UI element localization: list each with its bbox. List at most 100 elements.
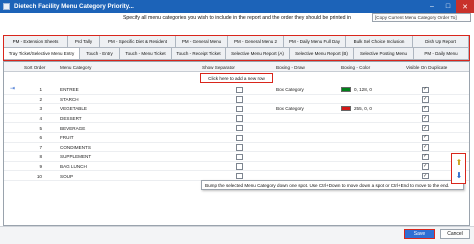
visible-on-duplicate-cell[interactable]: ✓ [422,85,430,95]
boxing-draw-cell[interactable] [276,162,336,172]
sort-order-cell[interactable]: 7 [24,143,42,153]
header-sort-order[interactable]: Sort Order [22,62,45,72]
visible-on-duplicate-cell[interactable]: ✓ [422,95,430,105]
close-button[interactable]: ✕ [456,0,474,13]
show-separator-checkbox[interactable] [236,124,243,132]
sort-order-cell[interactable]: 5 [24,123,42,133]
table-row[interactable]: 6 FRUIT ✓ [4,133,469,143]
visible-on-duplicate-checkbox[interactable]: ✓ [422,153,429,161]
save-button[interactable]: Save [404,229,435,239]
header-menu-category[interactable]: Menu Category [58,62,91,72]
boxing-color-cell[interactable] [341,143,411,153]
show-separator-cell[interactable] [236,85,244,95]
boxing-color-cell[interactable] [341,152,411,162]
boxing-draw-cell[interactable] [276,143,336,153]
menu-category-cell[interactable]: ENTREE [60,85,170,95]
header-visible-on-duplicate[interactable]: Visible On Duplicate [404,62,447,72]
show-separator-checkbox[interactable] [236,105,243,113]
visible-on-duplicate-cell[interactable]: ✓ [422,133,430,143]
visible-on-duplicate-cell[interactable]: ✓ [422,143,430,153]
show-separator-cell[interactable] [236,143,244,153]
visible-on-duplicate-checkbox[interactable]: ✓ [422,172,429,180]
menu-category-cell[interactable]: SOUP [60,171,170,181]
show-separator-checkbox[interactable] [236,115,243,122]
table-row[interactable]: 2 STARCH ✓ [4,95,469,105]
tab-touch-entry[interactable]: Touch - Entry [80,48,120,60]
minimize-button[interactable]: – [424,0,440,13]
tab-daily-menu[interactable]: PM - Daily Menu [414,48,469,60]
visible-on-duplicate-checkbox[interactable]: ✓ [422,115,429,122]
tab-selective-posting-menu[interactable]: Selective Posting Menu [354,48,414,60]
boxing-draw-cell[interactable]: Box Category [276,85,336,95]
tab-touch-receipt-ticket[interactable]: Touch - Receipt Ticket [172,48,226,60]
header-boxing-draw[interactable]: Boxing - Draw [274,62,305,72]
sort-order-cell[interactable]: 2 [24,95,42,105]
tab-tray-ticket-selective-menu-entry[interactable]: Tray Ticket/Selective Menu Entry [4,48,80,60]
sort-order-cell[interactable]: 3 [24,104,42,114]
maximize-button[interactable]: □ [440,0,456,13]
tab-selective-menu-report-b[interactable]: Selective Menu Report (B) [290,48,354,60]
tab-extension-sheets[interactable]: PM - Extension Sheets [4,36,68,48]
menu-category-cell[interactable]: VEGETABLE [60,104,170,114]
header-show-separator[interactable]: Show Separator [200,62,235,72]
table-row[interactable]: 8 SUPPLEMENT ✓ [4,152,469,162]
boxing-color-cell[interactable]: 0, 128, 0 [341,85,411,95]
visible-on-duplicate-cell[interactable]: ✓ [422,104,430,114]
sort-order-cell[interactable]: 9 [24,162,42,172]
show-separator-checkbox[interactable] [236,96,243,103]
tab-touch-menu-ticket[interactable]: Touch - Menu Ticket [120,48,172,60]
copy-order-dropdown[interactable]: [Copy Current Menu Category Order To] [372,13,471,22]
menu-category-cell[interactable]: BAG LUNCH [60,162,170,172]
visible-on-duplicate-checkbox[interactable]: ✓ [422,124,429,132]
table-row[interactable]: 5 BEVERAGE ✓ [4,123,469,133]
move-down-arrow-icon[interactable]: ⬇ [454,170,464,180]
show-separator-checkbox[interactable] [236,86,243,94]
boxing-draw-cell[interactable] [276,123,336,133]
show-separator-cell[interactable] [236,104,244,114]
show-separator-cell[interactable] [236,114,244,124]
show-separator-cell[interactable] [236,95,244,105]
show-separator-cell[interactable] [236,123,244,133]
tab-specific-diet-resident[interactable]: PM - Specific Diet & Resident [100,36,176,48]
move-up-arrow-icon[interactable]: ⬆ [454,157,464,167]
visible-on-duplicate-checkbox[interactable]: ✓ [422,105,429,113]
boxing-draw-cell[interactable] [276,95,336,105]
boxing-color-cell[interactable] [341,133,411,143]
menu-category-cell[interactable]: DESSERT [60,114,170,124]
table-row[interactable]: 7 CONDIMENTS ✓ [4,143,469,153]
boxing-draw-cell[interactable] [276,133,336,143]
show-separator-checkbox[interactable] [236,172,243,180]
table-row[interactable]: 3 VEGETABLE Box Category 255, 0, 0 ✓ [4,104,469,114]
visible-on-duplicate-cell[interactable]: ✓ [422,162,430,172]
tab-dish-up-report[interactable]: Dish Up Report [413,36,469,48]
show-separator-checkbox[interactable] [236,163,243,170]
visible-on-duplicate-checkbox[interactable]: ✓ [422,86,429,94]
add-new-row-button[interactable]: Click here to add a new row [200,73,273,83]
tab-bulk-sel-choice-inclusion[interactable]: Bulk Sel Choice Inclusion [346,36,413,48]
boxing-color-cell[interactable] [341,114,411,124]
show-separator-checkbox[interactable] [236,144,243,151]
tab-daily-menu-full-day[interactable]: PM - Daily Menu Full Day [284,36,346,48]
boxing-draw-cell[interactable]: Box Category [276,104,336,114]
table-row[interactable]: 4 DESSERT ✓ [4,114,469,124]
header-boxing-color[interactable]: Boxing - Color [339,62,370,72]
visible-on-duplicate-cell[interactable]: ✓ [422,152,430,162]
show-separator-cell[interactable] [236,133,244,143]
menu-category-cell[interactable]: STARCH [60,95,170,105]
visible-on-duplicate-checkbox[interactable]: ✓ [422,163,429,170]
sort-order-cell[interactable]: 6 [24,133,42,143]
menu-category-cell[interactable]: CONDIMENTS [60,143,170,153]
sort-order-cell[interactable]: 4 [24,114,42,124]
sort-order-cell[interactable]: 10 [24,171,42,181]
boxing-color-cell[interactable] [341,123,411,133]
show-separator-cell[interactable] [236,152,244,162]
boxing-color-cell[interactable]: 255, 0, 0 [341,104,411,114]
boxing-color-cell[interactable] [341,162,411,172]
table-row[interactable]: 1 ENTREE Box Category 0, 128, 0 ✓ [4,85,469,95]
tab-prd-tally[interactable]: Prd Tally [68,36,100,48]
table-row[interactable]: 9 BAG LUNCH ✓ [4,162,469,172]
show-separator-checkbox[interactable] [236,134,243,142]
sort-order-cell[interactable]: 1 [24,85,42,95]
menu-category-cell[interactable]: FRUIT [60,133,170,143]
sort-order-cell[interactable]: 8 [24,152,42,162]
